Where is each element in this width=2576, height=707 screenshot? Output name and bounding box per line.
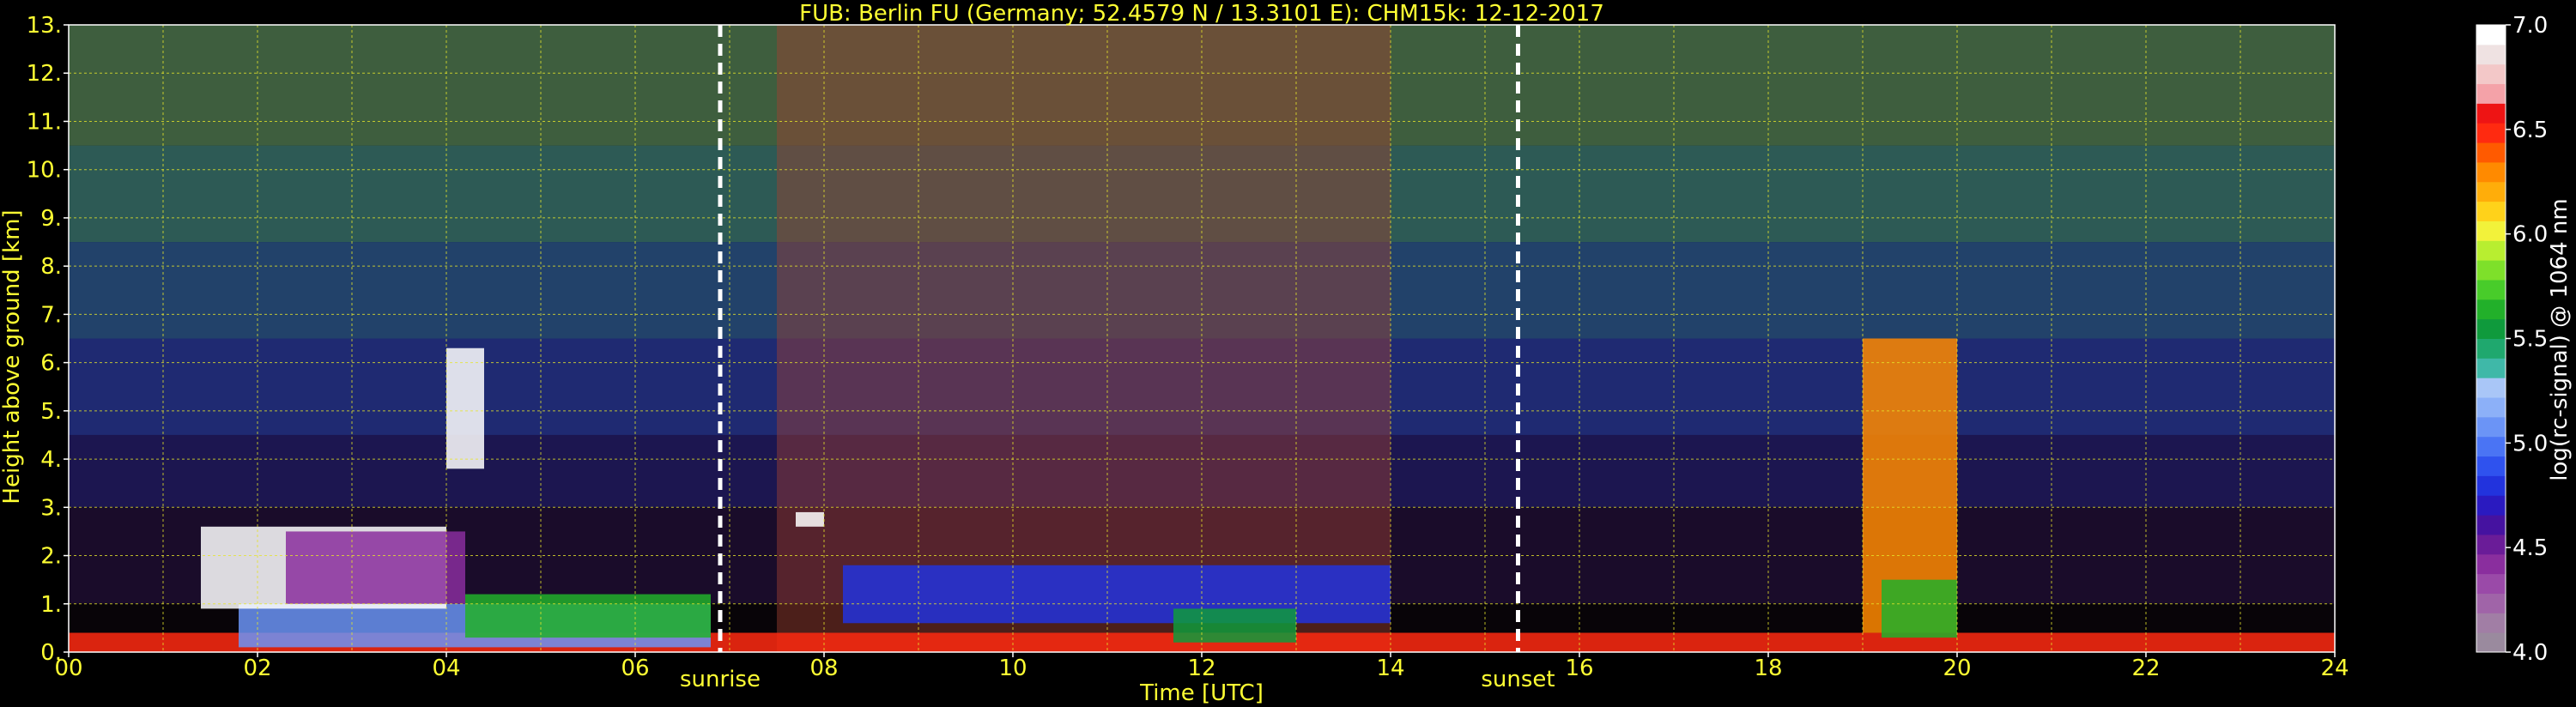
x-tick-label-08: 08 bbox=[809, 656, 838, 681]
colorbar-label: log(rc-signal) @ 1064 nm bbox=[2547, 198, 2573, 480]
ceilometer-chart: sunrise sunset 00 02 04 06 08 10 12 14 16 18 20 22 24… bbox=[0, 0, 2576, 707]
colorbar-segment-16 bbox=[2476, 318, 2506, 339]
colorbar-tick-label-6.0: 6.0 bbox=[2512, 222, 2548, 248]
y-tick-label-3: 3. bbox=[40, 495, 62, 521]
colorbar-segment-18 bbox=[2476, 279, 2506, 300]
colorbar-segment-28 bbox=[2476, 83, 2506, 104]
colorbar-tick-label-7.0: 7.0 bbox=[2512, 13, 2548, 39]
colorbar-segment-4 bbox=[2476, 553, 2506, 575]
colorbar-segment-6 bbox=[2476, 515, 2506, 535]
marker-label-sunset: sunset bbox=[1481, 667, 1555, 692]
y-tick-label-8: 8. bbox=[40, 254, 62, 280]
colorbar-segment-8 bbox=[2476, 475, 2506, 496]
colorbar-segment-19 bbox=[2476, 260, 2506, 281]
y-tick-label-2: 2. bbox=[40, 544, 62, 570]
x-tick-label-10: 10 bbox=[998, 656, 1027, 681]
colorbar-segment-17 bbox=[2476, 299, 2506, 320]
y-tick-label-7: 7. bbox=[40, 302, 62, 328]
x-tick-label-06: 06 bbox=[621, 656, 649, 681]
y-tick-label-11: 11. bbox=[27, 109, 62, 135]
colorbar-segment-3 bbox=[2476, 573, 2506, 594]
colorbar-segment-23 bbox=[2476, 181, 2506, 202]
colorbar-segment-14 bbox=[2476, 358, 2506, 378]
y-tick-label-0: 0. bbox=[40, 640, 62, 666]
x-tick-label-18: 18 bbox=[1754, 656, 1782, 681]
colorbar-segment-25 bbox=[2476, 142, 2506, 163]
y-axis-label: Height above ground [km] bbox=[0, 209, 25, 504]
colorbar-segment-24 bbox=[2476, 161, 2506, 183]
y-tick-label-5: 5. bbox=[40, 399, 62, 425]
colorbar-tick-label-4.0: 4.0 bbox=[2512, 640, 2548, 666]
colorbar-tick-label-6.5: 6.5 bbox=[2512, 118, 2548, 143]
x-tick-label-16: 16 bbox=[1565, 656, 1593, 681]
colorbar-segment-21 bbox=[2476, 221, 2506, 241]
colorbar-segment-5 bbox=[2476, 534, 2506, 555]
colorbar-segment-10 bbox=[2476, 436, 2506, 457]
feature-purple-layer bbox=[286, 531, 465, 604]
feature-cloud-0430 bbox=[446, 347, 484, 469]
colorbar-segment-11 bbox=[2476, 416, 2506, 438]
x-tick-label-12: 12 bbox=[1187, 656, 1215, 681]
colorbar-segment-26 bbox=[2476, 123, 2506, 143]
colorbar-segment-31 bbox=[2476, 25, 2506, 45]
feature-green-layer bbox=[465, 594, 711, 638]
x-axis-label: Time [UTC] bbox=[1139, 680, 1264, 706]
x-tick-label-14: 14 bbox=[1376, 656, 1404, 681]
colorbar-segment-30 bbox=[2476, 44, 2506, 65]
feature-green-midday bbox=[1173, 608, 1296, 643]
x-tick-label-04: 04 bbox=[432, 656, 460, 681]
feature-cloud-0730 bbox=[796, 511, 824, 527]
y-tick-label-10: 10. bbox=[27, 158, 62, 184]
colorbar-tick-label-5.5: 5.5 bbox=[2512, 327, 2548, 353]
colorbar-segment-0 bbox=[2476, 632, 2506, 653]
marker-label-sunrise: sunrise bbox=[680, 667, 761, 692]
colorbar-segment-7 bbox=[2476, 495, 2506, 516]
colorbar-tick-label-5.0: 5.0 bbox=[2512, 431, 2548, 456]
y-tick-label-12: 12. bbox=[27, 61, 62, 87]
noise-region bbox=[777, 25, 1391, 652]
colorbar bbox=[2476, 24, 2506, 653]
plot-area: sunrise sunset bbox=[68, 24, 2336, 692]
colorbar-segment-9 bbox=[2476, 456, 2506, 476]
x-tick-label-22: 22 bbox=[2131, 656, 2160, 681]
colorbar-tick-label-4.5: 4.5 bbox=[2512, 535, 2548, 561]
colorbar-segment-29 bbox=[2476, 63, 2506, 85]
feature-green-evening bbox=[1882, 579, 1957, 638]
colorbar-segment-1 bbox=[2476, 613, 2506, 633]
x-tick-label-02: 02 bbox=[243, 656, 271, 681]
colorbar-segment-22 bbox=[2476, 201, 2506, 221]
colorbar-segment-27 bbox=[2476, 103, 2506, 124]
colorbar-segment-20 bbox=[2476, 240, 2506, 261]
y-tick-label-13: 13. bbox=[27, 13, 62, 39]
colorbar-segment-15 bbox=[2476, 338, 2506, 359]
colorbar-segment-2 bbox=[2476, 593, 2506, 613]
y-tick-label-6: 6. bbox=[40, 351, 62, 377]
y-tick-label-1: 1. bbox=[40, 592, 62, 618]
y-tick-label-4: 4. bbox=[40, 447, 62, 473]
x-tick-label-20: 20 bbox=[1943, 656, 1971, 681]
feature-blue-layer-midday bbox=[843, 565, 1391, 624]
colorbar-segment-13 bbox=[2476, 378, 2506, 398]
x-tick-label-24: 24 bbox=[2320, 656, 2349, 681]
colorbar-segment-12 bbox=[2476, 397, 2506, 418]
chart-title: FUB: Berlin FU (Germany; 52.4579 N / 13.… bbox=[799, 1, 1604, 27]
y-tick-label-9: 9. bbox=[40, 206, 62, 232]
